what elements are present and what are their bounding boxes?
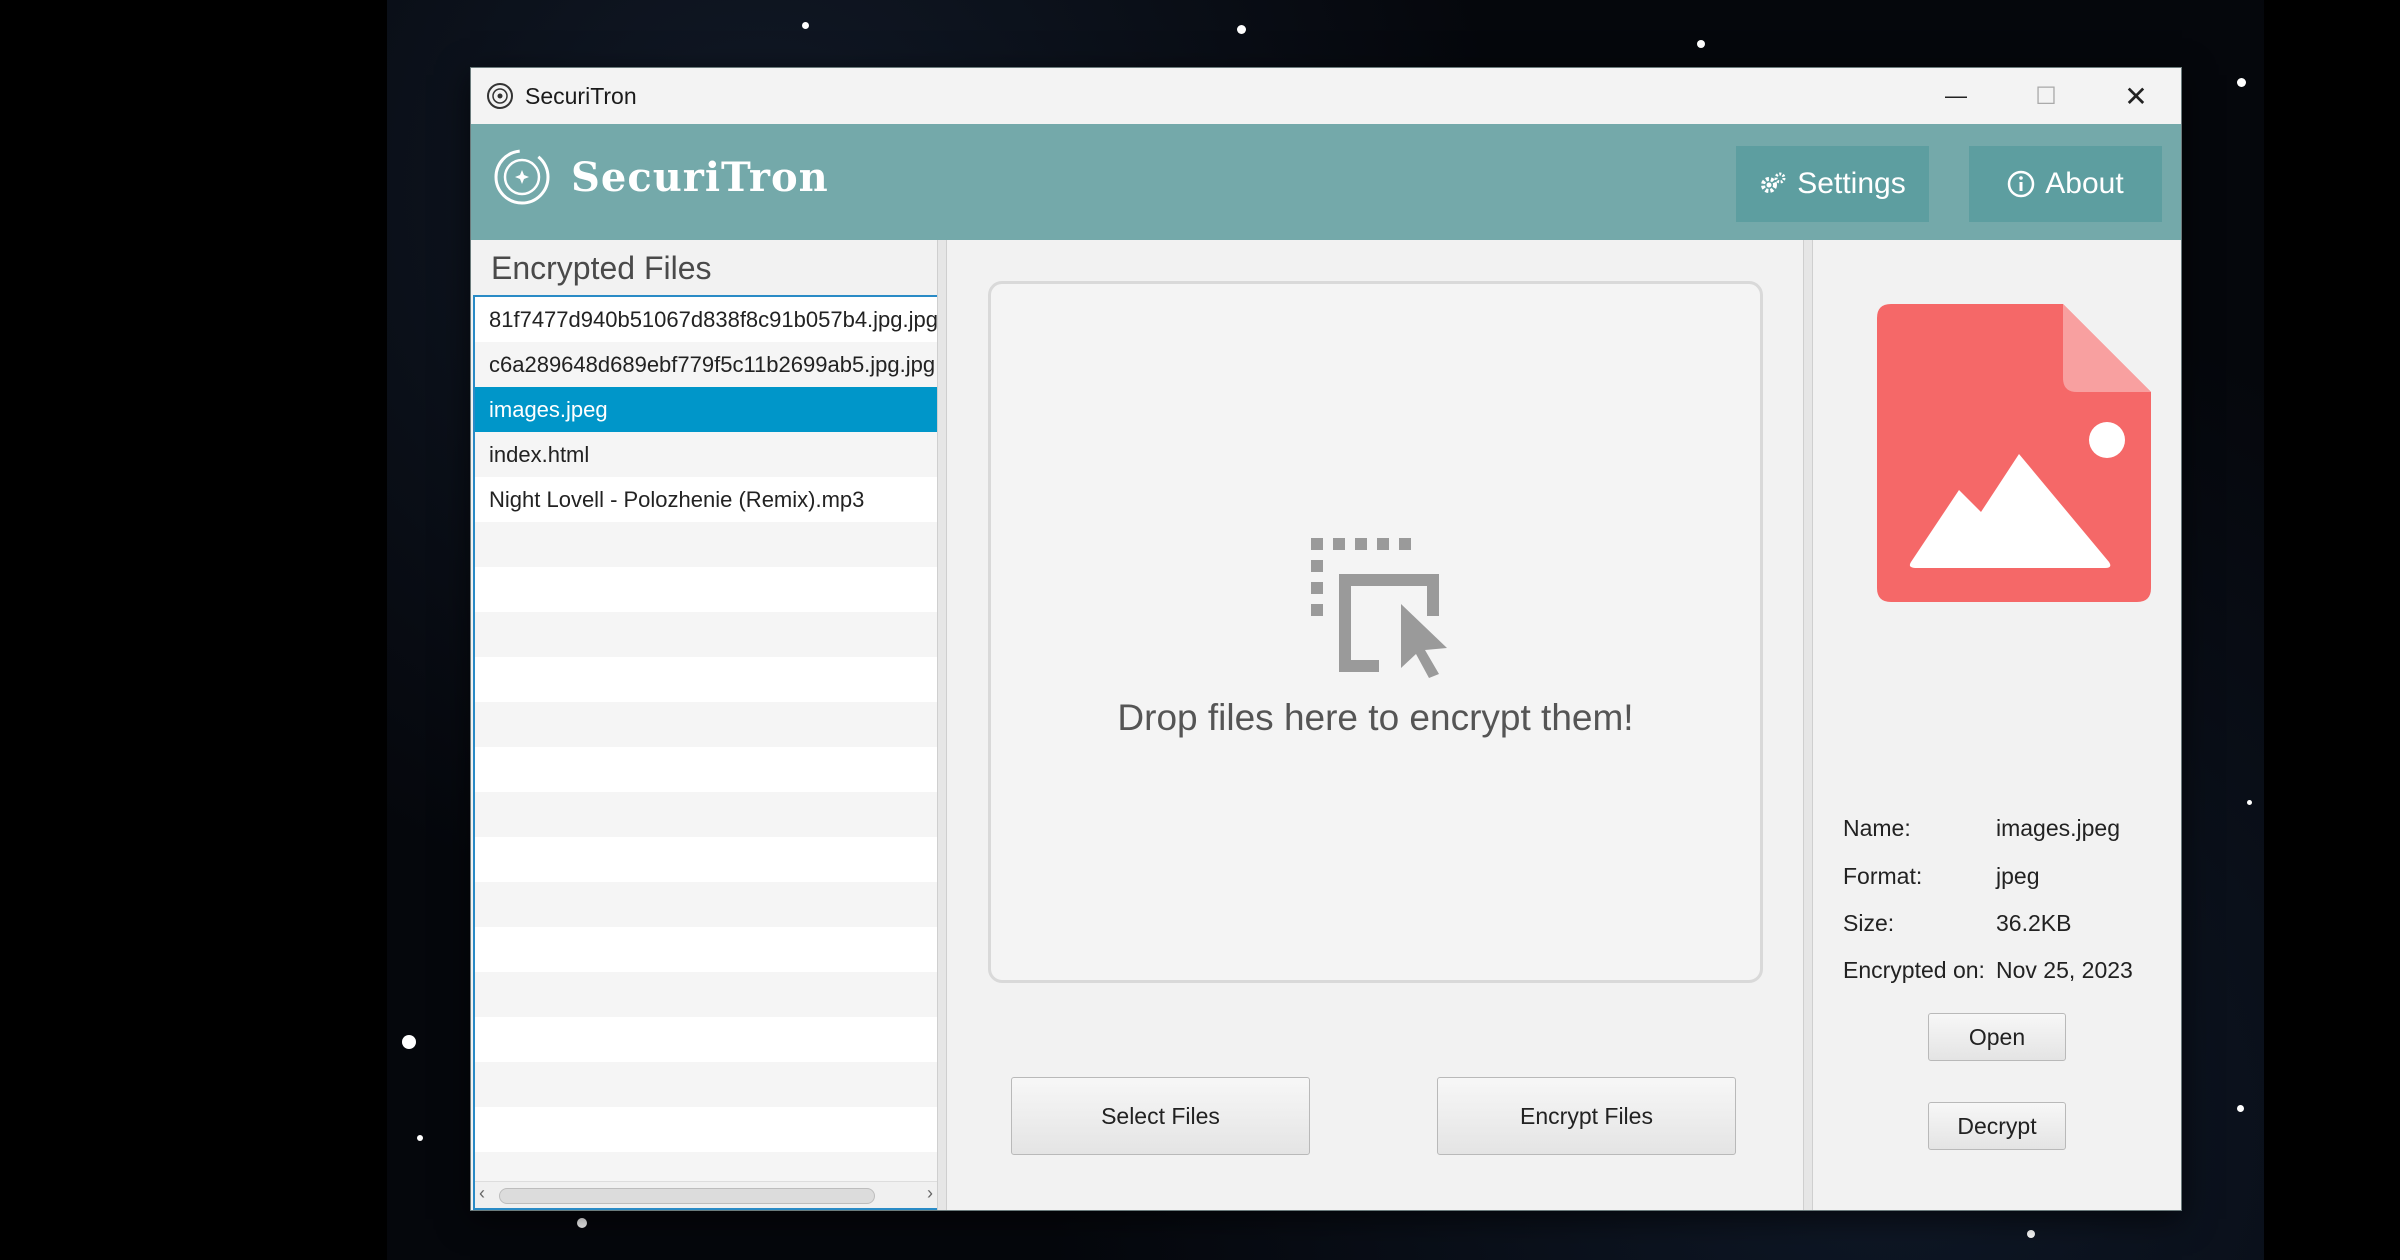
empty-row xyxy=(475,1107,937,1152)
encrypted-files-heading: Encrypted Files xyxy=(491,250,712,286)
minimize-button[interactable]: — xyxy=(1911,68,2001,124)
title-bar: SecuriTron — ☐ ✕ xyxy=(471,68,2181,124)
detail-size-value: 36.2KB xyxy=(1996,910,2072,936)
list-item[interactable]: Night Lovell - Polozhenie (Remix).mp3 xyxy=(475,477,937,522)
star xyxy=(2027,1230,2035,1238)
horizontal-scrollbar[interactable]: ‹ › xyxy=(475,1181,937,1208)
list-item-selected[interactable]: images.jpeg xyxy=(475,387,937,432)
select-files-button[interactable]: Select Files xyxy=(1011,1077,1310,1155)
detail-name-label: Name: xyxy=(1843,815,1911,841)
empty-row xyxy=(475,657,937,702)
empty-row xyxy=(475,927,937,972)
detail-name-value: images.jpeg xyxy=(1996,815,2121,841)
star xyxy=(402,1035,416,1049)
maximize-icon: ☐ xyxy=(2035,82,2057,110)
right-splitter[interactable] xyxy=(1803,240,1813,1210)
detail-encrypted-value: Nov 25, 2023 xyxy=(1996,957,2133,983)
open-button[interactable]: Open xyxy=(1928,1013,2066,1061)
left-splitter[interactable] xyxy=(937,240,947,1210)
close-button[interactable]: ✕ xyxy=(2091,68,2181,124)
scrollbar-thumb[interactable] xyxy=(499,1188,875,1204)
brand-name: SecuriTron xyxy=(571,154,829,201)
encrypted-files-list[interactable]: 81f7477d940b51067d838f8c91b057b4.jpg.jpg… xyxy=(473,295,939,1210)
empty-row xyxy=(475,837,937,882)
about-button[interactable]: About xyxy=(1969,146,2162,222)
drop-zone-text: Drop files here to encrypt them! xyxy=(1117,697,1634,738)
file-details-panel: Name: images.jpeg Format: jpeg Size: 36.… xyxy=(1813,240,2181,1210)
brand-logo-icon xyxy=(494,149,550,205)
drop-zone[interactable]: Drop files here to encrypt them! xyxy=(988,281,1763,983)
list-item[interactable]: c6a289648d689ebf779f5c11b2699ab5.jpg.jpg xyxy=(475,342,937,387)
drop-files-icon xyxy=(1311,538,1447,678)
detail-format-value: jpeg xyxy=(1996,863,2040,889)
detail-encrypted-row: Encrypted on: Nov 25, 2023 xyxy=(1843,957,2133,984)
settings-button[interactable]: Settings xyxy=(1736,146,1929,222)
detail-encrypted-label: Encrypted on: xyxy=(1843,957,1985,983)
minimize-icon: — xyxy=(1945,83,1967,108)
star xyxy=(2237,1105,2244,1112)
detail-format-row: Format: jpeg xyxy=(1843,863,2039,890)
empty-row xyxy=(475,1017,937,1062)
empty-row xyxy=(475,612,937,657)
encrypted-files-panel: Encrypted Files 81f7477d940b51067d838f8c… xyxy=(471,240,939,1210)
detail-size-label: Size: xyxy=(1843,910,1895,936)
empty-row xyxy=(475,882,937,927)
star xyxy=(2247,800,2252,805)
encrypt-files-button[interactable]: Encrypt Files xyxy=(1437,1077,1736,1155)
decrypt-button[interactable]: Decrypt xyxy=(1928,1102,2066,1150)
app-logo-icon xyxy=(487,83,513,109)
star xyxy=(2237,78,2246,87)
maximize-button[interactable]: ☐ xyxy=(2001,68,2091,124)
scroll-right-icon[interactable]: › xyxy=(927,1183,933,1204)
app-window: SecuriTron — ☐ ✕ SecuriTron Settings Abo… xyxy=(470,67,2182,1211)
window-title: SecuriTron xyxy=(525,82,637,109)
image-file-icon xyxy=(1877,304,2151,602)
info-icon xyxy=(2008,170,2035,198)
app-header: SecuriTron Settings About xyxy=(471,124,2181,240)
detail-size-row: Size: 36.2KB xyxy=(1843,910,2071,937)
empty-row xyxy=(475,567,937,612)
scroll-left-icon[interactable]: ‹ xyxy=(479,1183,485,1204)
detail-name-row: Name: images.jpeg xyxy=(1843,815,2120,842)
empty-row xyxy=(475,747,937,792)
empty-row xyxy=(475,972,937,1017)
empty-row xyxy=(475,702,937,747)
empty-row xyxy=(475,792,937,837)
empty-row xyxy=(475,1062,937,1107)
close-icon: ✕ xyxy=(2124,80,2148,112)
gears-icon xyxy=(1761,172,1786,193)
list-item[interactable]: 81f7477d940b51067d838f8c91b057b4.jpg.jpg xyxy=(475,297,937,342)
settings-label: Settings xyxy=(1797,167,1906,200)
star xyxy=(577,1218,587,1228)
detail-format-label: Format: xyxy=(1843,863,1923,889)
star xyxy=(1697,40,1705,48)
star xyxy=(1237,25,1246,34)
empty-row xyxy=(475,522,937,567)
about-label: About xyxy=(2045,167,2124,200)
star xyxy=(417,1135,423,1141)
star xyxy=(802,22,809,29)
list-item[interactable]: index.html xyxy=(475,432,937,477)
